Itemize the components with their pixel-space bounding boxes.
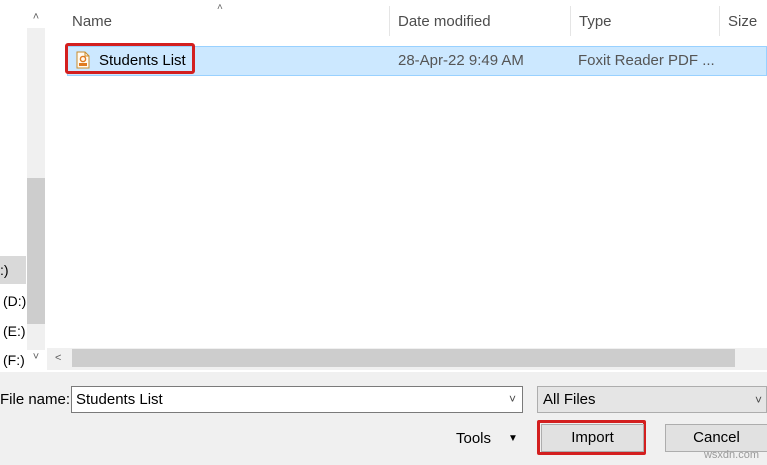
file-name[interactable]: Students List (99, 46, 186, 76)
file-name-input[interactable] (72, 387, 492, 412)
navigation-pane: ˄ :) (D:) (E:) (F:) ˅ (0, 0, 47, 372)
file-type-select[interactable]: All Files ˅ (537, 386, 767, 413)
file-open-dialog: ˄ :) (D:) (E:) (F:) ˅ ˄ Name Date modifi… (0, 0, 767, 465)
horizontal-scrollbar-thumb[interactable] (72, 349, 735, 367)
nav-drive-c[interactable]: :) (0, 256, 26, 284)
file-type-value: All Files (543, 391, 596, 408)
chevron-down-icon[interactable]: ˅ (755, 393, 762, 407)
tools-label: Tools (456, 430, 492, 447)
nav-scrollbar-thumb[interactable] (27, 178, 45, 324)
column-header-size[interactable]: Size (720, 0, 767, 42)
column-header-date-modified[interactable]: Date modified (390, 0, 570, 42)
file-name-combobox[interactable]: ˅ (71, 386, 523, 413)
file-date-modified: 28-Apr-22 9:49 AM (398, 52, 524, 69)
caret-down-icon: ▼ (508, 433, 518, 444)
nav-drive-d[interactable]: (D:) (0, 287, 26, 315)
import-button[interactable]: Import (541, 424, 644, 452)
tools-menu-button[interactable]: Tools ▼ (450, 426, 530, 452)
chevron-up-icon[interactable]: ˄ (27, 8, 45, 26)
chevron-down-icon[interactable]: ˅ (509, 392, 516, 406)
watermark: wsxdn.com (703, 449, 759, 461)
column-header-type[interactable]: Type (571, 0, 719, 42)
file-type: Foxit Reader PDF ... (578, 52, 715, 69)
file-list: ˄ Name Date modified Type Size Students … (47, 0, 767, 372)
chevron-down-icon[interactable]: ˅ (27, 348, 45, 366)
pdf-file-icon (76, 51, 90, 69)
nav-drive-e[interactable]: (E:) (0, 317, 26, 345)
cancel-button[interactable]: Cancel (665, 424, 767, 452)
nav-drive-f[interactable]: (F:) (0, 346, 26, 372)
chevron-left-icon[interactable]: ˂ (55, 352, 61, 364)
horizontal-scrollbar[interactable]: ˂ (47, 348, 767, 370)
column-header-name[interactable]: Name (64, 0, 389, 42)
file-name-label: File name: (0, 391, 71, 408)
